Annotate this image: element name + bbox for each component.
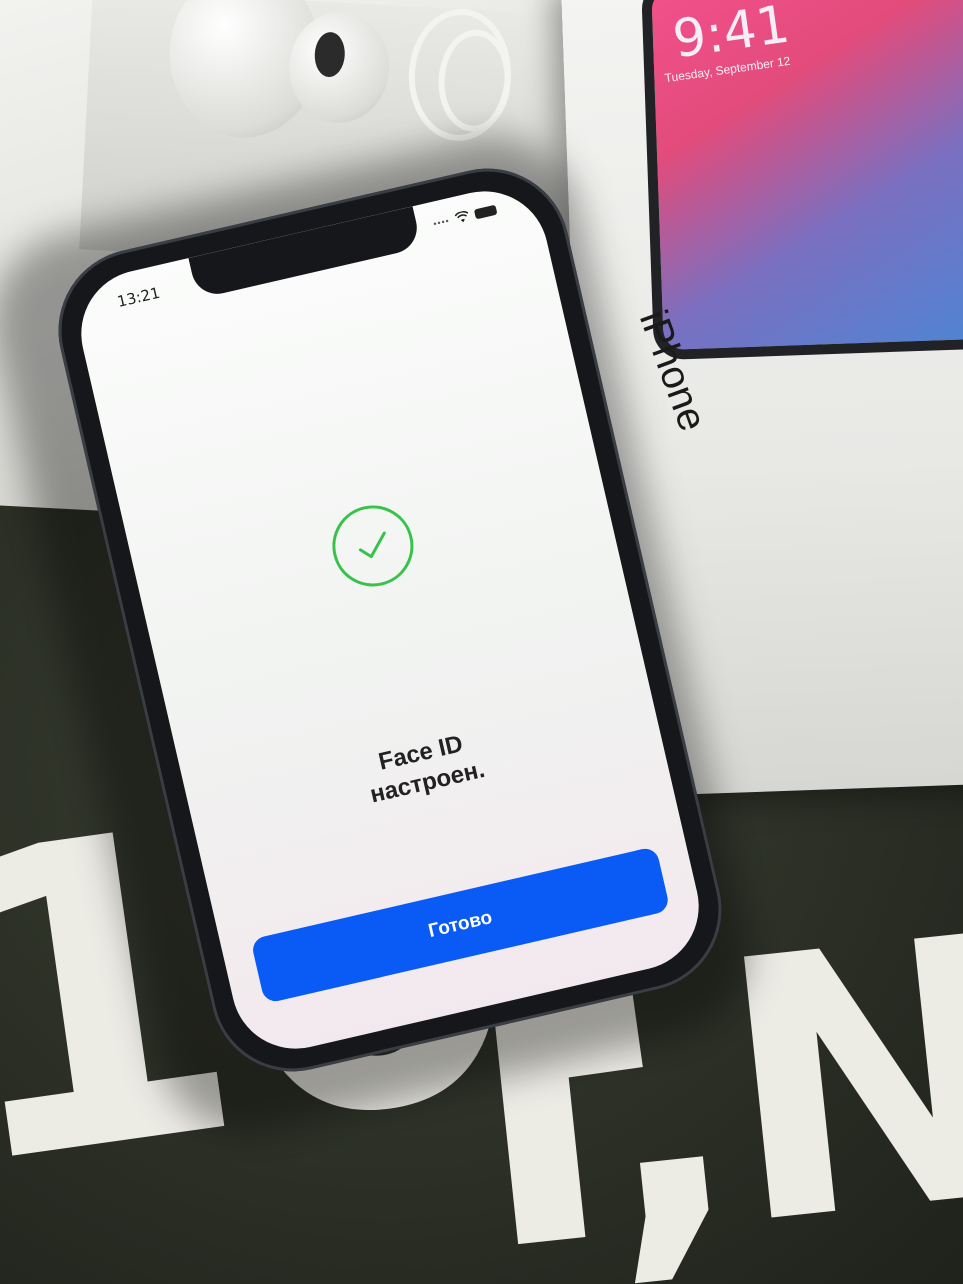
status-time: 13:21 (115, 283, 162, 311)
wifi-icon (454, 210, 469, 223)
photo-scene: WE 10I I,NO 9:41 Tuesday, September 12 i… (0, 0, 963, 1284)
signal-icon: •••• (432, 215, 451, 229)
battery-icon (473, 204, 498, 220)
setup-complete-title: Face ID настроен. (186, 685, 663, 851)
status-icons: •••• (432, 204, 498, 230)
done-button[interactable]: Готово (250, 846, 671, 1004)
checkmark-circle-icon (332, 505, 414, 587)
